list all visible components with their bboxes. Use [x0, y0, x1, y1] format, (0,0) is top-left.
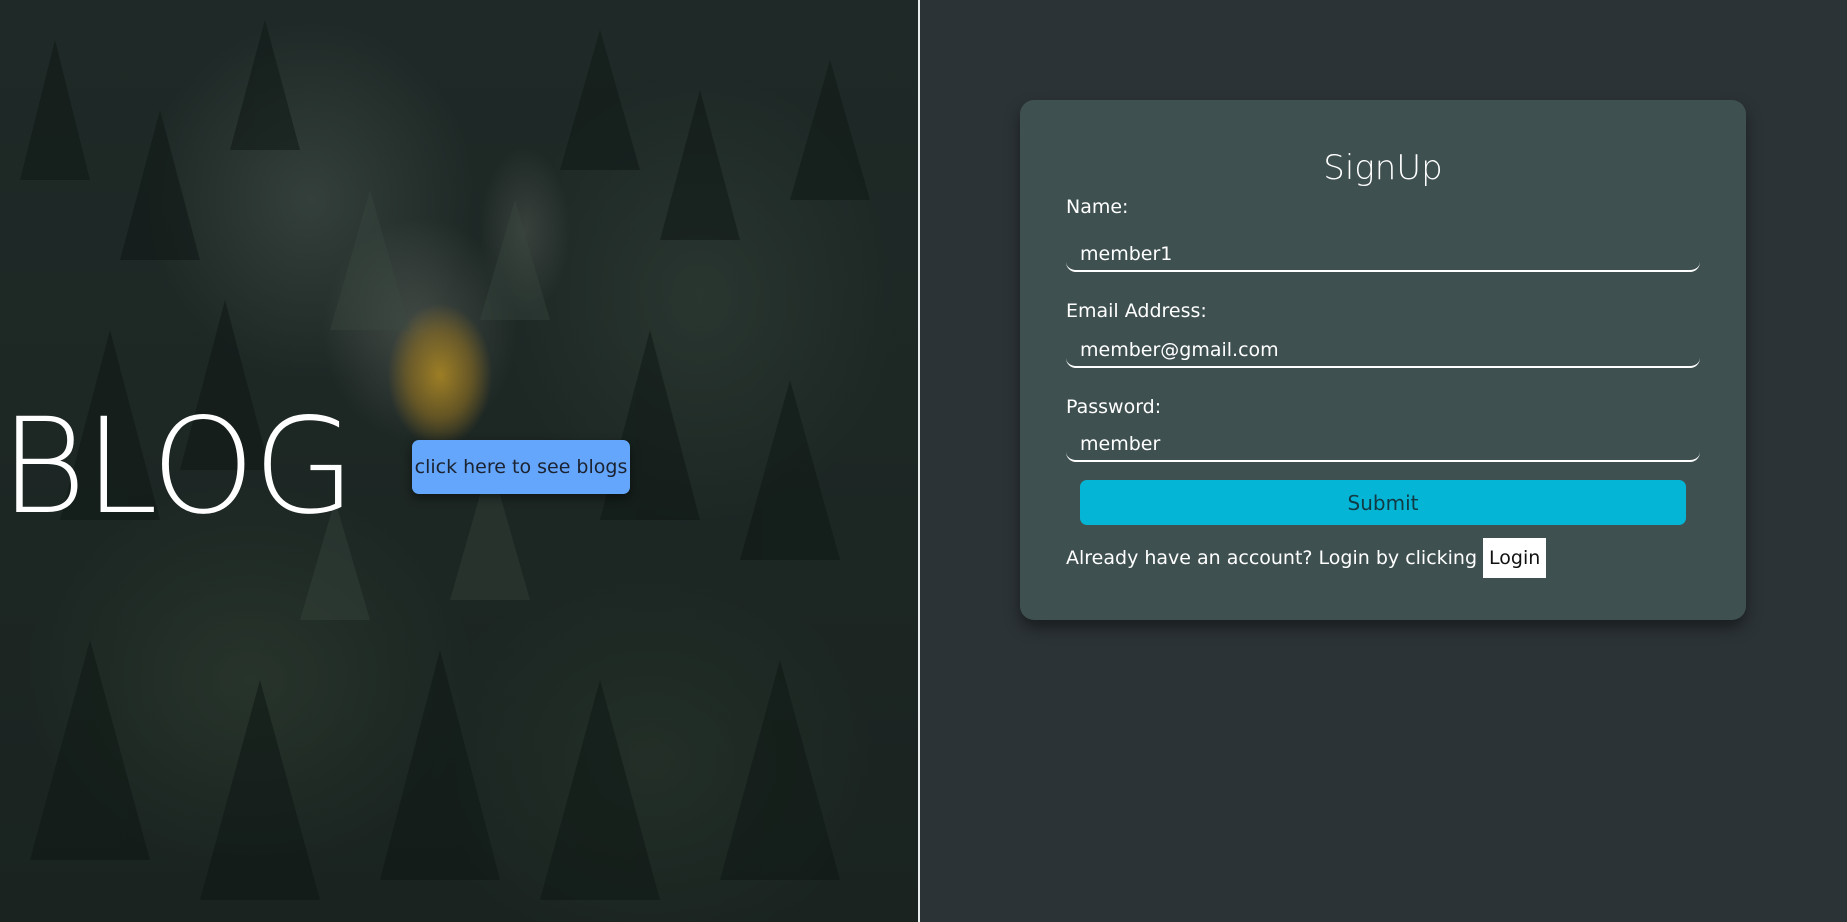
signup-card: SignUp Name: Email Address: Password: Su…	[1020, 100, 1746, 620]
see-blogs-button[interactable]: click here to see blogs	[412, 440, 630, 494]
hero-panel: BLOG click here to see blogs	[0, 0, 918, 922]
login-prompt-text: Already have an account? Login by clicki…	[1066, 547, 1478, 569]
name-input[interactable]	[1066, 238, 1700, 272]
blog-title: BLOG	[0, 390, 355, 544]
password-label: Password:	[1066, 396, 1162, 418]
password-input[interactable]	[1066, 428, 1700, 462]
page: BLOG click here to see blogs SignUp Name…	[0, 0, 1847, 922]
submit-button[interactable]: Submit	[1080, 480, 1686, 525]
signup-title: SignUp	[1323, 148, 1443, 188]
login-button[interactable]: Login	[1483, 538, 1547, 578]
login-prompt-row: Already have an account? Login by clicki…	[1066, 538, 1547, 578]
name-label: Name:	[1066, 196, 1129, 218]
email-input[interactable]	[1066, 334, 1700, 368]
panel-divider	[918, 0, 920, 922]
email-label: Email Address:	[1066, 300, 1207, 322]
